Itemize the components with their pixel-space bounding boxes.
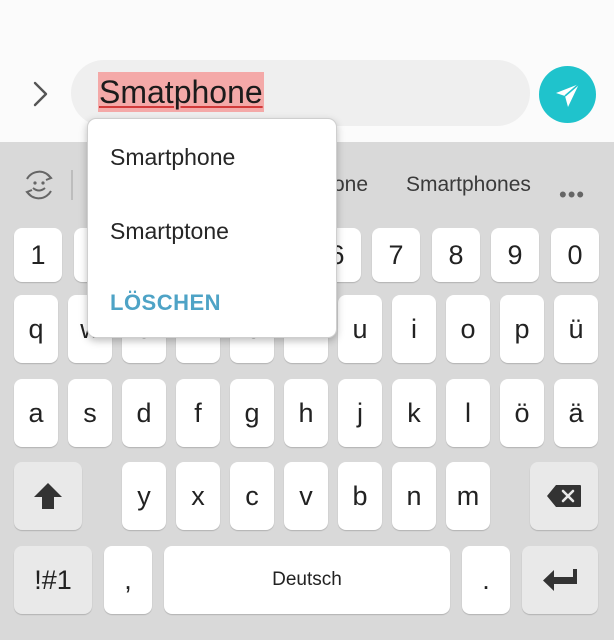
key-0[interactable]: 0 (551, 228, 599, 282)
key-u[interactable]: u (338, 295, 382, 363)
key-o[interactable]: o (446, 295, 490, 363)
suggestion-divider (71, 170, 73, 200)
enter-icon (543, 569, 577, 591)
key-g[interactable]: g (230, 379, 274, 447)
spellcheck-popup: Smartphone Smartptone LÖSCHEN (87, 118, 337, 338)
shift-key[interactable] (14, 462, 82, 530)
key-m[interactable]: m (446, 462, 490, 530)
key-v[interactable]: v (284, 462, 328, 530)
misspelled-word[interactable]: Smatphone (98, 72, 264, 112)
message-input[interactable]: Smatphone (71, 60, 530, 126)
key-j[interactable]: j (338, 379, 382, 447)
more-icon[interactable]: ••• (559, 182, 585, 208)
key-d[interactable]: d (122, 379, 166, 447)
key-c[interactable]: c (230, 462, 274, 530)
chevron-right-icon[interactable] (26, 76, 56, 112)
key-a[interactable]: a (14, 379, 58, 447)
key-l[interactable]: l (446, 379, 490, 447)
space-key[interactable]: Deutsch (164, 546, 450, 614)
key-n[interactable]: n (392, 462, 436, 530)
suggestion-smartphones[interactable]: Smartphones (406, 172, 531, 198)
popup-suggestion-smartptone[interactable]: Smartptone (110, 218, 229, 245)
key-y[interactable]: y (122, 462, 166, 530)
enter-key[interactable] (522, 546, 598, 614)
symbols-key[interactable]: !#1 (14, 546, 92, 614)
backspace-icon (547, 485, 581, 507)
suggestion-middle[interactable]: one (333, 172, 368, 198)
popup-suggestion-smartphone[interactable]: Smartphone (110, 144, 235, 171)
key-p[interactable]: p (500, 295, 544, 363)
period-key[interactable]: . (462, 546, 510, 614)
comma-key[interactable]: , (104, 546, 152, 614)
screen: Smatphone one Smartphones ••• 1 6 7 8 9 … (0, 0, 614, 640)
key-1[interactable]: 1 (14, 228, 62, 282)
key-f[interactable]: f (176, 379, 220, 447)
key-q[interactable]: q (14, 295, 58, 363)
key-h[interactable]: h (284, 379, 328, 447)
key-ue[interactable]: ü (554, 295, 598, 363)
key-s[interactable]: s (68, 379, 112, 447)
key-x[interactable]: x (176, 462, 220, 530)
key-ae[interactable]: ä (554, 379, 598, 447)
key-9[interactable]: 9 (491, 228, 539, 282)
key-oe[interactable]: ö (500, 379, 544, 447)
key-7[interactable]: 7 (372, 228, 420, 282)
send-icon (555, 82, 580, 107)
key-8[interactable]: 8 (432, 228, 480, 282)
emoji-icon[interactable] (20, 166, 58, 204)
backspace-key[interactable] (530, 462, 598, 530)
key-i[interactable]: i (392, 295, 436, 363)
send-button[interactable] (539, 66, 596, 123)
key-k[interactable]: k (392, 379, 436, 447)
clear-button[interactable]: LÖSCHEN (110, 290, 221, 316)
shift-arrow-icon (34, 483, 62, 509)
key-b[interactable]: b (338, 462, 382, 530)
